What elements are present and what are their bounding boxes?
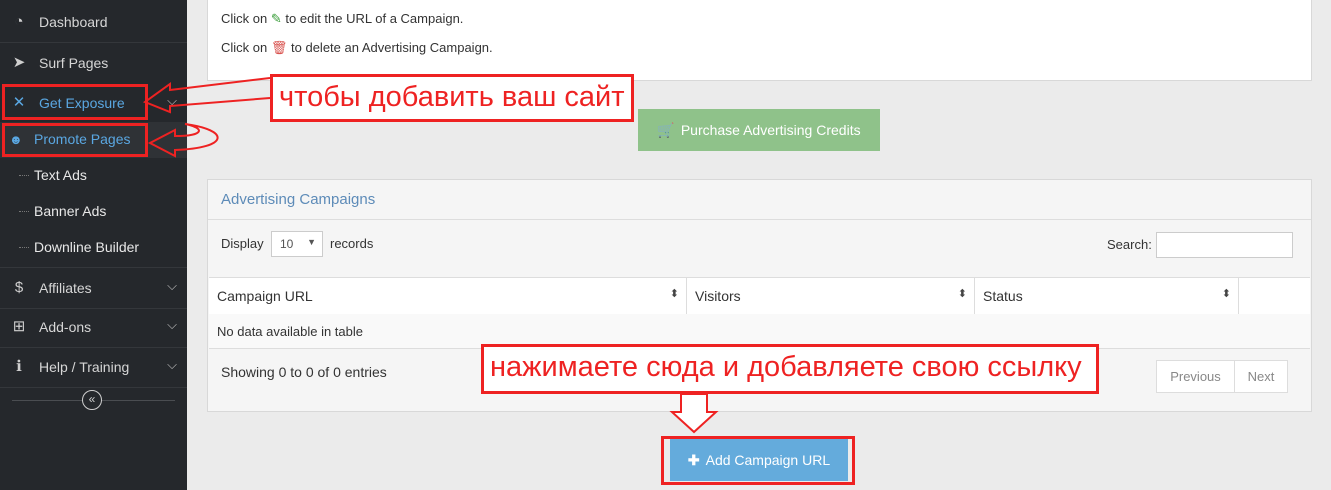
arrow-to-get-exposure — [142, 77, 271, 114]
arrow-to-add-button — [669, 393, 719, 434]
annotation-arrows — [142, 77, 719, 434]
arrow-to-promote-pages — [147, 123, 219, 158]
